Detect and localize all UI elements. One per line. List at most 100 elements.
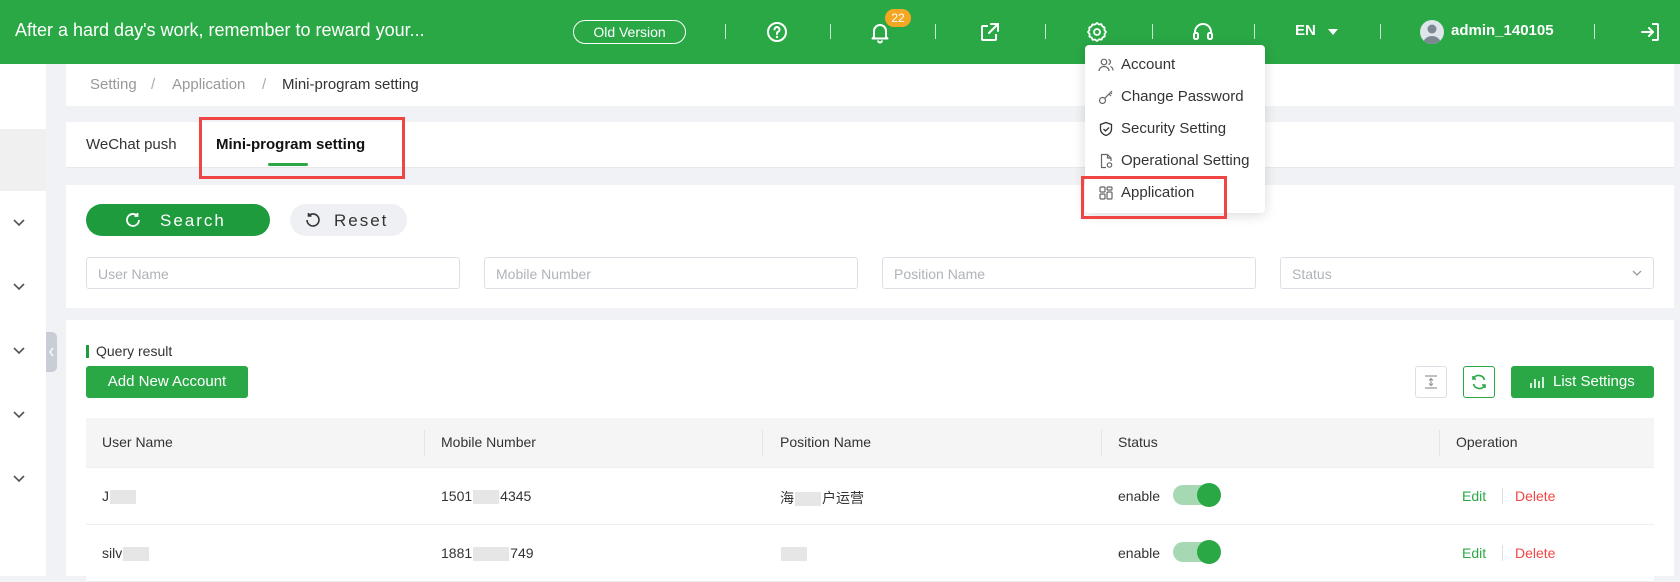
reset-button[interactable]: Reset xyxy=(290,204,407,236)
mobile-number-input[interactable]: Mobile Number xyxy=(484,257,858,289)
tab-wechat-push[interactable]: WeChat push xyxy=(86,136,177,153)
divider xyxy=(1594,24,1595,39)
section-marker xyxy=(86,345,89,358)
user-name-cell: silv xyxy=(102,545,150,562)
help-icon[interactable] xyxy=(765,20,789,44)
operation-divider xyxy=(1502,545,1503,561)
language-selector[interactable]: EN xyxy=(1295,22,1316,39)
list-settings-button[interactable]: List Settings xyxy=(1511,366,1654,398)
divider xyxy=(1045,24,1046,39)
user-name-input[interactable]: User Name xyxy=(86,257,460,289)
operation-divider xyxy=(1502,488,1503,504)
search-button-label: Search xyxy=(160,211,226,230)
column-header: User Name xyxy=(102,434,173,450)
table-header: User Name Mobile Number Position Name St… xyxy=(86,418,1654,468)
divider xyxy=(830,24,831,39)
column-divider xyxy=(424,430,425,456)
chevron-down-icon xyxy=(1632,270,1642,276)
breadcrumb-item[interactable]: Setting xyxy=(90,76,137,93)
menu-item-label: Operational Setting xyxy=(1121,152,1250,169)
chevron-down-icon[interactable] xyxy=(12,471,26,485)
bar-chart-icon xyxy=(1530,377,1544,388)
status-toggle[interactable] xyxy=(1173,483,1221,507)
chevron-down-icon[interactable] xyxy=(12,215,26,229)
sidebar-active-item[interactable] xyxy=(0,129,46,191)
column-header: Mobile Number xyxy=(441,434,536,450)
chevron-down-icon[interactable] xyxy=(12,279,26,293)
divider xyxy=(1152,24,1153,39)
caret-down-icon[interactable] xyxy=(1328,29,1338,35)
header-slogan: After a hard day's work, remember to rew… xyxy=(15,20,425,40)
table-row: J 1501 4345 海户运营 enable Edit Delete xyxy=(86,468,1654,525)
toggle-knob xyxy=(1197,483,1221,507)
divider xyxy=(935,24,936,39)
chevron-down-icon[interactable] xyxy=(12,343,26,357)
position-name-cell xyxy=(780,545,808,562)
column-divider xyxy=(762,430,763,456)
status-select-placeholder: Status xyxy=(1292,266,1332,282)
status-select[interactable]: Status xyxy=(1280,257,1654,289)
gear-icon[interactable] xyxy=(1085,20,1109,44)
mobile-number-cell: 1501 4345 xyxy=(441,488,532,505)
shield-icon xyxy=(1099,121,1113,137)
edit-link[interactable]: Edit xyxy=(1462,545,1486,561)
sidebar xyxy=(0,64,46,576)
divider xyxy=(725,24,726,39)
menu-item-account[interactable]: Account xyxy=(1085,49,1265,81)
toggle-knob xyxy=(1197,540,1221,564)
delete-link[interactable]: Delete xyxy=(1515,545,1555,561)
breadcrumb-separator: / xyxy=(151,76,156,93)
breadcrumb: Setting / Application / Mini-program set… xyxy=(66,64,1674,106)
reset-icon xyxy=(306,213,320,227)
menu-item-label: Account xyxy=(1121,56,1176,73)
position-name-cell: 海户运营 xyxy=(780,490,864,507)
position-name-input[interactable]: Position Name xyxy=(882,257,1256,289)
refresh-icon xyxy=(1472,374,1486,390)
status-text: enable xyxy=(1118,545,1161,561)
menu-item-label: Security Setting xyxy=(1121,120,1227,137)
user-name-cell: J xyxy=(102,488,137,505)
add-new-account-button[interactable]: Add New Account xyxy=(86,366,248,398)
logout-icon[interactable] xyxy=(1638,20,1662,44)
divider xyxy=(1254,24,1255,39)
refresh-button[interactable] xyxy=(1463,366,1495,398)
column-height-icon xyxy=(1425,375,1437,389)
edit-link[interactable]: Edit xyxy=(1462,488,1486,504)
external-link-icon[interactable] xyxy=(978,20,1002,44)
results-title: Query result xyxy=(96,343,173,359)
column-header: Status xyxy=(1118,434,1158,450)
density-button[interactable] xyxy=(1415,366,1447,398)
menu-item-label: Change Password xyxy=(1121,88,1244,105)
mobile-number-cell: 1881 749 xyxy=(441,545,534,562)
chevron-down-icon[interactable] xyxy=(12,407,26,421)
status-text: enable xyxy=(1118,488,1161,504)
top-bar: After a hard day's work, remember to rew… xyxy=(0,0,1680,64)
column-divider xyxy=(1101,430,1102,456)
highlight-box xyxy=(1081,176,1227,219)
avatar[interactable] xyxy=(1420,20,1444,44)
list-settings-label: List Settings xyxy=(1553,373,1635,390)
old-version-button[interactable]: Old Version xyxy=(573,20,686,44)
column-header: Position Name xyxy=(780,434,872,450)
highlight-box xyxy=(199,117,405,179)
breadcrumb-item[interactable]: Application xyxy=(172,76,245,93)
headset-icon[interactable] xyxy=(1191,20,1215,44)
sidebar-collapse-handle[interactable] xyxy=(46,332,57,372)
users-icon xyxy=(1098,58,1114,72)
username[interactable]: admin_140105 xyxy=(1451,22,1554,39)
reset-button-label: Reset xyxy=(334,211,389,230)
menu-item-operational-setting[interactable]: Operational Setting xyxy=(1085,145,1265,177)
status-toggle[interactable] xyxy=(1173,540,1221,564)
search-button[interactable]: Search xyxy=(86,204,270,236)
column-header: Operation xyxy=(1456,434,1518,450)
menu-item-security-setting[interactable]: Security Setting xyxy=(1085,113,1265,145)
delete-link[interactable]: Delete xyxy=(1515,488,1555,504)
column-divider xyxy=(1439,430,1440,456)
menu-item-change-password[interactable]: Change Password xyxy=(1085,81,1265,113)
breadcrumb-current: Mini-program setting xyxy=(282,76,419,93)
breadcrumb-separator: / xyxy=(262,76,267,93)
divider xyxy=(1380,24,1381,39)
notification-badge: 22 xyxy=(885,9,911,27)
table-row: silv 1881 749 enable Edit Delete xyxy=(86,525,1654,582)
refresh-search-icon xyxy=(126,213,140,227)
